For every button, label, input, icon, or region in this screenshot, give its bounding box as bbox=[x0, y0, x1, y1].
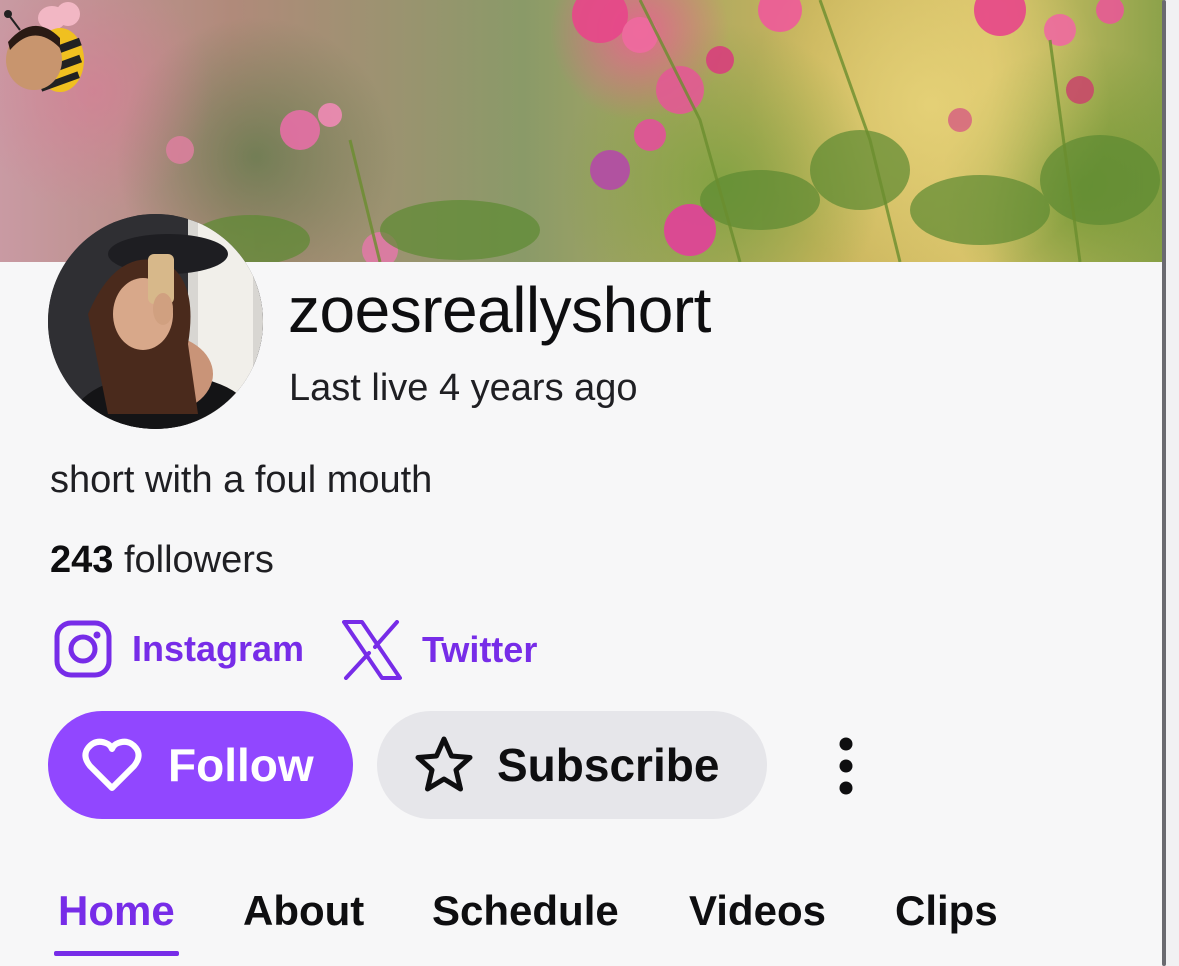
followers-count: 243 followers bbox=[50, 541, 274, 579]
tab-videos[interactable]: Videos bbox=[689, 890, 826, 932]
bee-sticker bbox=[4, 2, 84, 92]
instagram-link[interactable]: Instagram bbox=[54, 620, 304, 678]
last-live-status: Last live 4 years ago bbox=[289, 367, 638, 409]
tab-schedule[interactable]: Schedule bbox=[432, 890, 619, 932]
tab-clips[interactable]: Clips bbox=[895, 890, 998, 932]
scrollbar-thumb[interactable] bbox=[1162, 0, 1166, 966]
avatar[interactable] bbox=[48, 214, 263, 429]
tab-about[interactable]: About bbox=[243, 890, 364, 932]
instagram-icon bbox=[54, 620, 112, 678]
instagram-label: Instagram bbox=[132, 628, 305, 669]
star-icon bbox=[413, 735, 475, 795]
twitter-label: Twitter bbox=[422, 629, 538, 670]
more-vertical-icon bbox=[839, 737, 853, 795]
followers-label: followers bbox=[123, 539, 274, 581]
active-tab-indicator bbox=[54, 951, 179, 956]
heart-icon bbox=[82, 738, 142, 792]
channel-name: zoesreallyshort bbox=[288, 274, 711, 346]
twitter-link[interactable]: Twitter bbox=[342, 620, 537, 680]
followers-number: 243 bbox=[50, 539, 114, 581]
more-options-button[interactable] bbox=[826, 736, 866, 796]
avatar-photo bbox=[48, 214, 263, 429]
tab-home[interactable]: Home bbox=[58, 890, 175, 932]
follow-button[interactable]: Follow bbox=[48, 711, 353, 819]
follow-label: Follow bbox=[168, 739, 314, 791]
channel-bio: short with a foul mouth bbox=[50, 459, 433, 501]
subscribe-label: Subscribe bbox=[497, 739, 720, 791]
x-icon bbox=[342, 620, 402, 680]
channel-tabs: Home About Schedule Videos Clips bbox=[0, 880, 1160, 966]
subscribe-button[interactable]: Subscribe bbox=[377, 711, 767, 819]
